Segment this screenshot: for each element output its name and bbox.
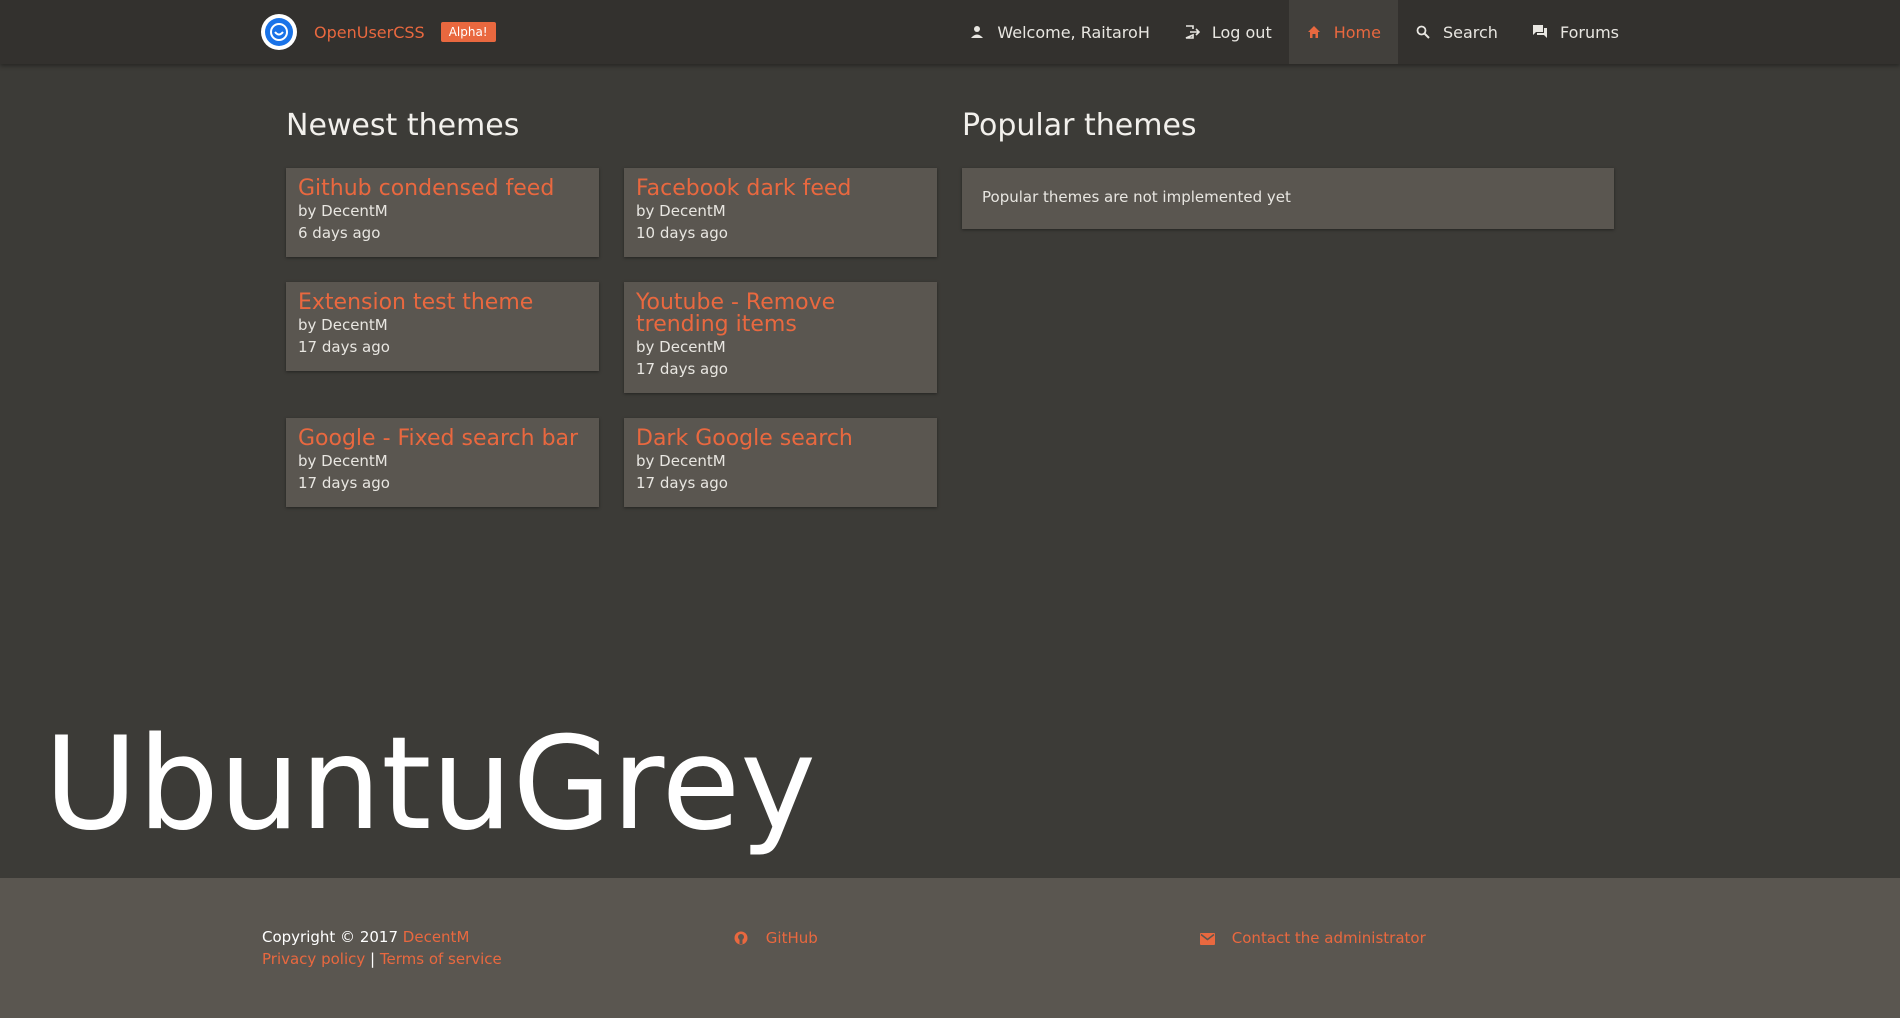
- privacy-policy-link[interactable]: Privacy policy: [262, 950, 365, 968]
- nav-item-label: Welcome, RaitaroH: [997, 22, 1150, 42]
- theme-author: by DecentM: [636, 452, 726, 470]
- contact-label[interactable]: Contact the administrator: [1232, 929, 1426, 947]
- forum-icon: [1532, 24, 1548, 40]
- footer: Copyright © 2017 DecentM Privacy policy …: [0, 878, 1900, 1018]
- theme-card[interactable]: Github condensed feed by DecentM 6 days …: [286, 168, 599, 257]
- contact-link[interactable]: Contact the administrator: [1199, 927, 1426, 949]
- top-navbar: OpenUserCSS Alpha! Welcome, RaitaroH Log…: [0, 0, 1900, 64]
- nav-menu: Welcome, RaitaroH Log out Home Search Fo…: [952, 0, 1636, 64]
- theme-title[interactable]: Github condensed feed: [298, 178, 587, 200]
- theme-card[interactable]: Extension test theme by DecentM 17 days …: [286, 282, 599, 371]
- popular-themes-notice: Popular themes are not implemented yet: [962, 168, 1614, 229]
- author-link[interactable]: DecentM: [403, 928, 470, 946]
- nav-item-label: Home: [1333, 22, 1381, 42]
- logout-icon: [1184, 24, 1200, 40]
- theme-author: by DecentM: [636, 202, 726, 220]
- theme-age: 17 days ago: [298, 474, 390, 492]
- theme-age: 17 days ago: [636, 474, 728, 492]
- mail-icon: [1199, 931, 1215, 947]
- home-icon: [1306, 24, 1322, 40]
- brand[interactable]: OpenUserCSS Alpha!: [261, 13, 496, 51]
- footer-separator: |: [370, 950, 376, 968]
- brand-name[interactable]: OpenUserCSS: [314, 23, 425, 42]
- nav-item-welcome[interactable]: Welcome, RaitaroH: [952, 0, 1167, 64]
- theme-age: 10 days ago: [636, 224, 728, 242]
- theme-title[interactable]: Facebook dark feed: [636, 178, 925, 200]
- terms-of-service-link[interactable]: Terms of service: [380, 950, 502, 968]
- newest-themes-title: Newest themes: [286, 108, 520, 143]
- theme-author: by DecentM: [636, 338, 726, 356]
- theme-age: 17 days ago: [298, 338, 390, 356]
- github-icon: [733, 930, 749, 946]
- nav-item-logout[interactable]: Log out: [1167, 0, 1289, 64]
- openusercss-logo-icon: [261, 14, 297, 50]
- github-link[interactable]: GitHub: [733, 927, 818, 949]
- github-label[interactable]: GitHub: [766, 929, 818, 947]
- theme-card[interactable]: Youtube - Remove trending items by Decen…: [624, 282, 937, 393]
- nav-item-label: Search: [1442, 22, 1498, 42]
- theme-title[interactable]: Google - Fixed search bar: [298, 428, 587, 450]
- theme-title[interactable]: Youtube - Remove trending items: [636, 292, 925, 336]
- theme-card[interactable]: Google - Fixed search bar by DecentM 17 …: [286, 418, 599, 507]
- nav-item-label: Log out: [1211, 22, 1272, 42]
- nav-item-search[interactable]: Search: [1398, 0, 1515, 64]
- theme-card[interactable]: Dark Google search by DecentM 17 days ag…: [624, 418, 937, 507]
- search-icon: [1415, 24, 1431, 40]
- theme-title[interactable]: Dark Google search: [636, 428, 925, 450]
- copyright-text: Copyright © 2017: [262, 928, 399, 946]
- user-icon: [969, 24, 985, 40]
- theme-name-watermark: UbuntuGrey: [44, 710, 816, 859]
- theme-author: by DecentM: [298, 202, 388, 220]
- nav-item-forums[interactable]: Forums: [1515, 0, 1636, 64]
- nav-item-label: Forums: [1559, 22, 1619, 42]
- nav-item-home[interactable]: Home: [1288, 0, 1398, 64]
- footer-legal: Copyright © 2017 DecentM Privacy policy …: [262, 926, 502, 970]
- theme-title[interactable]: Extension test theme: [298, 292, 587, 314]
- theme-card[interactable]: Facebook dark feed by DecentM 10 days ag…: [624, 168, 937, 257]
- theme-age: 17 days ago: [636, 360, 728, 378]
- theme-author: by DecentM: [298, 452, 388, 470]
- alpha-badge: Alpha!: [440, 22, 496, 42]
- popular-themes-title: Popular themes: [962, 108, 1197, 143]
- theme-author: by DecentM: [298, 316, 388, 334]
- theme-age: 6 days ago: [298, 224, 381, 242]
